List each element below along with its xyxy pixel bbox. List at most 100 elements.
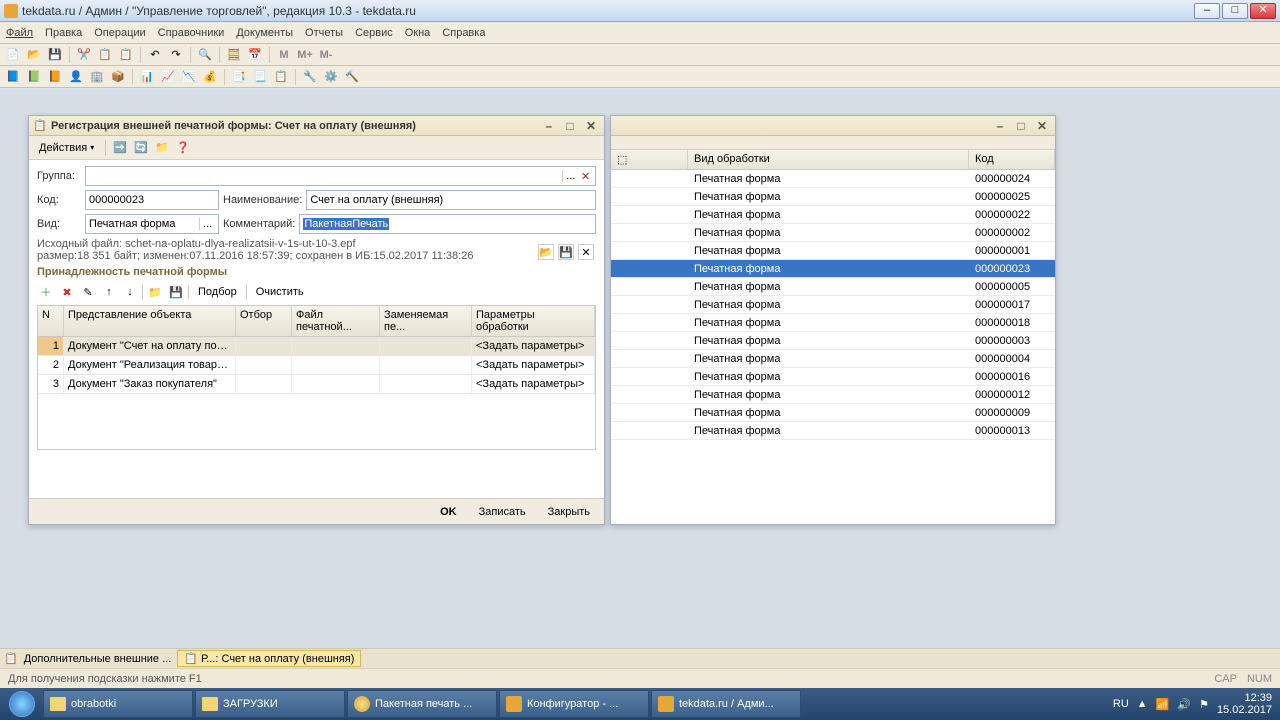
save-icon[interactable]: 💾: [46, 46, 64, 64]
open-icon[interactable]: 📂: [25, 46, 43, 64]
list-row[interactable]: Печатная форма000000024: [611, 170, 1055, 188]
menu-file[interactable]: Файл: [6, 27, 33, 39]
tray-clock[interactable]: 12:39 15.02.2017: [1217, 692, 1272, 716]
sort-desc-icon[interactable]: ↓: [121, 283, 139, 301]
taskbar-item-2[interactable]: ЗАГРУЗКИ: [195, 690, 345, 718]
menu-reports[interactable]: Отчеты: [305, 27, 343, 39]
minimize-button[interactable]: –: [1194, 3, 1220, 19]
tb2-10[interactable]: 💰: [201, 68, 219, 86]
input-code[interactable]: [89, 194, 215, 206]
input-comment-selected[interactable]: ПакетнаяПечать: [303, 218, 389, 230]
menu-docs[interactable]: Документы: [236, 27, 293, 39]
tb2-5[interactable]: 🏢: [88, 68, 106, 86]
cut-icon[interactable]: ✂️: [75, 46, 93, 64]
list-row[interactable]: Печатная форма000000009: [611, 404, 1055, 422]
list-row[interactable]: Печатная форма000000005: [611, 278, 1055, 296]
start-button[interactable]: [2, 689, 42, 719]
disk-icon[interactable]: 💾: [167, 283, 185, 301]
tb2-3[interactable]: 📙: [46, 68, 64, 86]
close-dialog-button[interactable]: Закрыть: [540, 504, 598, 520]
tray-action-icon[interactable]: ⚑: [1199, 698, 1209, 711]
gh-repl[interactable]: Заменяемая пе...: [380, 306, 472, 336]
toolbar-go-icon[interactable]: ➡️: [111, 139, 129, 157]
file-save-icon[interactable]: 💾: [558, 244, 574, 260]
find-icon[interactable]: 🔍: [196, 46, 214, 64]
list-row[interactable]: Печатная форма000000002: [611, 224, 1055, 242]
add-icon[interactable]: ＋: [37, 283, 55, 301]
gh-otbor[interactable]: Отбор: [236, 306, 292, 336]
menu-operations[interactable]: Операции: [94, 27, 145, 39]
grid-body[interactable]: 1Документ "Счет на оплату покуп...<Задат…: [38, 337, 595, 449]
m-plus-icon[interactable]: M+: [296, 46, 314, 64]
menu-help[interactable]: Справка: [442, 27, 485, 39]
list-minimize[interactable]: –: [991, 119, 1009, 133]
ok-button[interactable]: OK: [432, 504, 465, 520]
maximize-button[interactable]: □: [1222, 3, 1248, 19]
list-row[interactable]: Печатная форма000000004: [611, 350, 1055, 368]
tb2-9[interactable]: 📉: [180, 68, 198, 86]
menu-refs[interactable]: Справочники: [158, 27, 225, 39]
tray-sound-icon[interactable]: 🔊: [1177, 698, 1191, 711]
tb2-4[interactable]: 👤: [67, 68, 85, 86]
delete-icon[interactable]: ✖: [58, 283, 76, 301]
list-row[interactable]: Печатная форма000000022: [611, 206, 1055, 224]
list-header-type[interactable]: Вид обработки: [688, 150, 969, 169]
tray-network-icon[interactable]: 📶: [1156, 698, 1170, 711]
taskbar-item-1[interactable]: obrabotki: [43, 690, 193, 718]
list-maximize[interactable]: □: [1012, 119, 1030, 133]
menu-edit[interactable]: Правка: [45, 27, 82, 39]
dialog-close[interactable]: ✕: [582, 119, 600, 133]
list-header-code[interactable]: Код: [969, 150, 1055, 169]
list-row[interactable]: Печатная форма000000017: [611, 296, 1055, 314]
file-open-icon[interactable]: 📂: [538, 244, 554, 260]
list-close[interactable]: ✕: [1033, 119, 1051, 133]
sort-asc-icon[interactable]: ↑: [100, 283, 118, 301]
docbar-item-1[interactable]: Дополнительные внешние ...: [24, 653, 172, 665]
pick-button[interactable]: Подбор: [192, 284, 243, 300]
list-body[interactable]: Печатная форма000000024 Печатная форма000…: [611, 170, 1055, 503]
list-row[interactable]: Печатная форма000000023: [611, 260, 1055, 278]
file-clear-icon[interactable]: ✕: [578, 244, 594, 260]
tb2-2[interactable]: 📗: [25, 68, 43, 86]
tb2-14[interactable]: 🔧: [301, 68, 319, 86]
tb2-8[interactable]: 📈: [159, 68, 177, 86]
list-row[interactable]: Печатная форма000000001: [611, 242, 1055, 260]
tb2-1[interactable]: 📘: [4, 68, 22, 86]
gh-n[interactable]: N: [38, 306, 64, 336]
taskbar-item-5[interactable]: tekdata.ru / Адми...: [651, 690, 801, 718]
gh-params[interactable]: Параметры обработки: [472, 306, 595, 336]
input-group[interactable]: [89, 170, 562, 182]
tb2-12[interactable]: 📃: [251, 68, 269, 86]
grid-row[interactable]: 3Документ "Заказ покупателя"<Задать пара…: [38, 375, 595, 394]
tb2-6[interactable]: 📦: [109, 68, 127, 86]
folder-icon[interactable]: 📁: [146, 283, 164, 301]
group-clear[interactable]: ✕: [579, 170, 592, 183]
input-type[interactable]: [89, 218, 199, 230]
save-button[interactable]: Записать: [471, 504, 534, 520]
toolbar-help-icon[interactable]: ❓: [174, 139, 192, 157]
field-code[interactable]: [85, 190, 219, 210]
redo-icon[interactable]: ↷: [167, 46, 185, 64]
tb2-7[interactable]: 📊: [138, 68, 156, 86]
input-name[interactable]: [310, 194, 592, 206]
new-icon[interactable]: 📄: [4, 46, 22, 64]
tb2-16[interactable]: 🔨: [343, 68, 361, 86]
menu-service[interactable]: Сервис: [355, 27, 393, 39]
undo-icon[interactable]: ↶: [146, 46, 164, 64]
gh-obj[interactable]: Представление объекта: [64, 306, 236, 336]
type-picker[interactable]: ...: [199, 218, 215, 230]
docbar-active-tab[interactable]: 📋 Р...: Счет на оплату (внешняя): [177, 650, 361, 667]
field-group[interactable]: ... ✕: [85, 166, 596, 186]
m-minus-icon[interactable]: M-: [317, 46, 335, 64]
taskbar-item-3[interactable]: Пакетная печать ...: [347, 690, 497, 718]
list-row[interactable]: Печатная форма000000003: [611, 332, 1055, 350]
calendar-icon[interactable]: 📅: [246, 46, 264, 64]
copy-icon[interactable]: 📋: [96, 46, 114, 64]
tray-flag-icon[interactable]: ▲: [1137, 698, 1148, 710]
tb2-11[interactable]: 📑: [230, 68, 248, 86]
edit-icon[interactable]: ✎: [79, 283, 97, 301]
menu-windows[interactable]: Окна: [405, 27, 431, 39]
tb2-15[interactable]: ⚙️: [322, 68, 340, 86]
list-row[interactable]: Печатная форма000000016: [611, 368, 1055, 386]
grid-row[interactable]: 1Документ "Счет на оплату покуп...<Задат…: [38, 337, 595, 356]
